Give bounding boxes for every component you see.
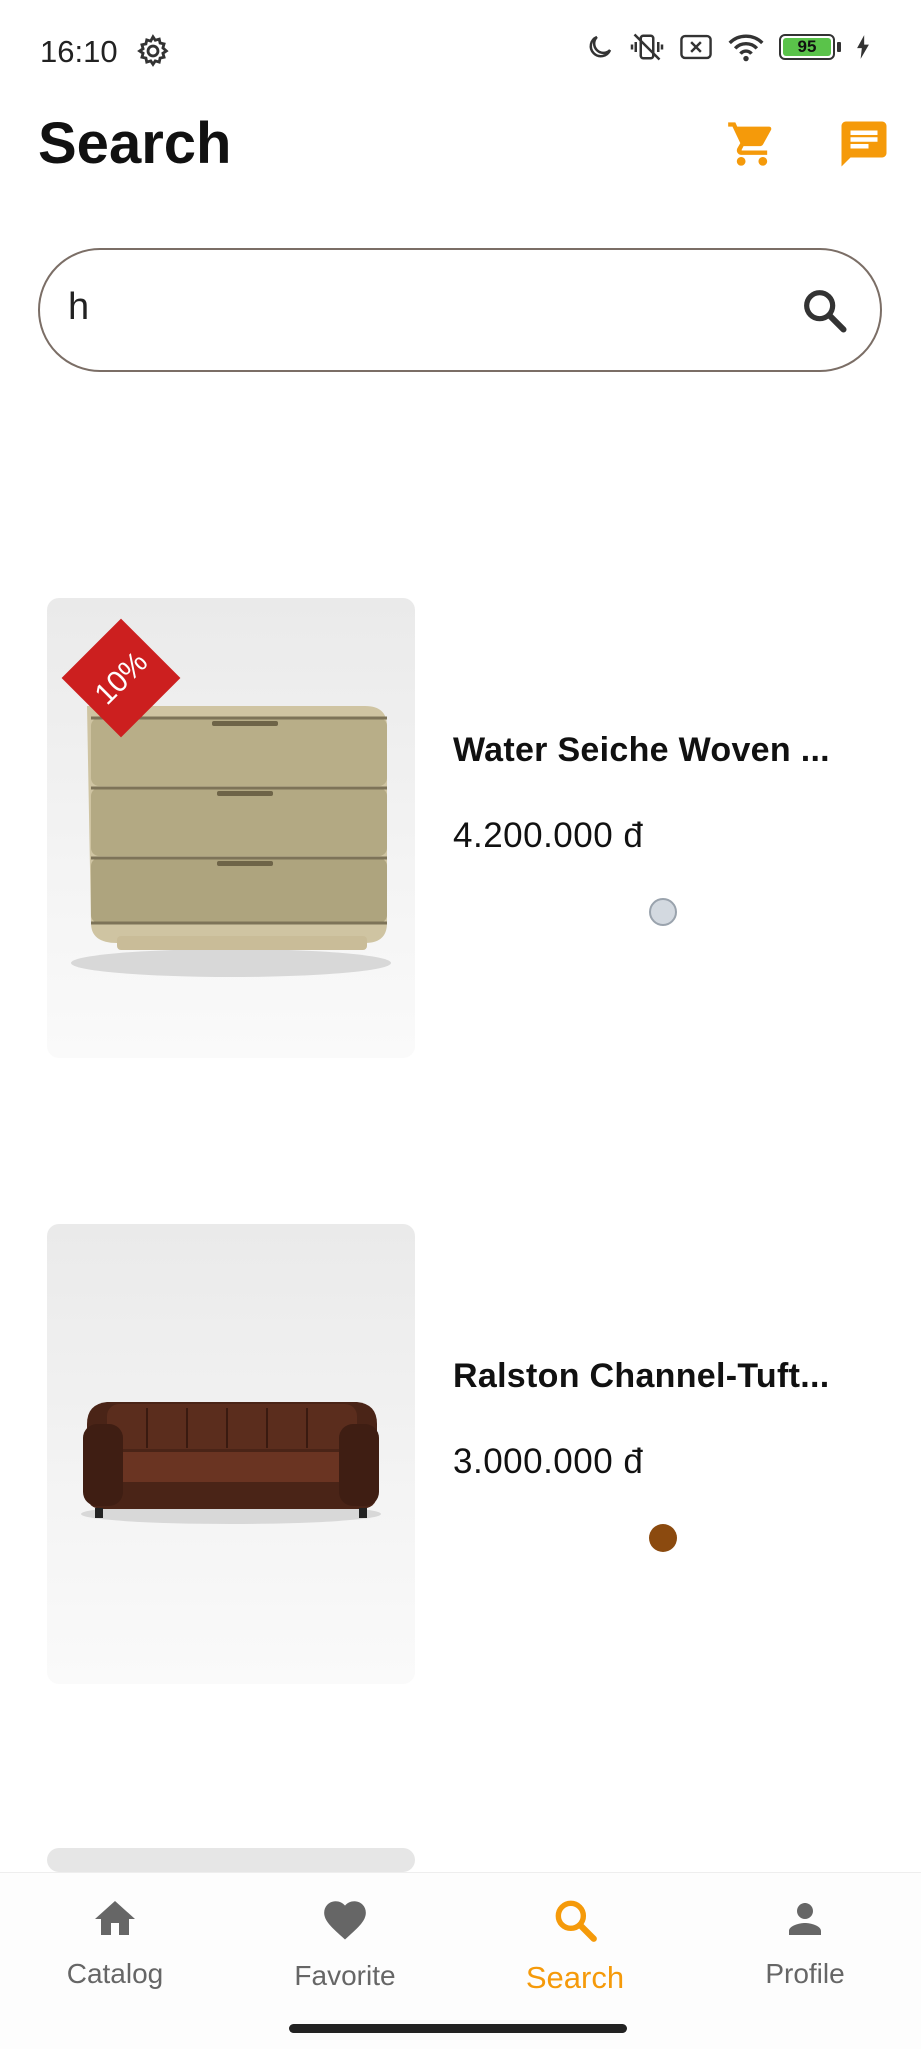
wifi-icon [727, 32, 765, 62]
chat-icon [837, 117, 891, 176]
nav-item-profile[interactable]: Profile [705, 1895, 905, 1990]
product-image [47, 1848, 415, 1872]
nav-label: Catalog [66, 1958, 164, 1989]
battery-icon: 95 [779, 34, 835, 60]
nav-item-search[interactable]: Search [475, 1895, 675, 1996]
moon-icon [585, 32, 615, 62]
home-indicator[interactable] [289, 2024, 627, 2033]
search-query: h [68, 286, 90, 328]
bottom-navigation: Catalog Favorite Search Profile [0, 1872, 921, 2049]
search-submit-icon[interactable] [798, 284, 850, 336]
status-bar: 16:10 95 [0, 0, 921, 104]
heart-icon [245, 1895, 445, 1950]
settings-gear-icon [136, 34, 170, 68]
color-swatch[interactable] [649, 1524, 677, 1552]
no-sim-icon [679, 32, 713, 62]
product-image-dresser: 10% [47, 598, 415, 1058]
product-price: 3.000.000 đ [453, 1442, 644, 1481]
product-image-sofa [47, 1224, 415, 1684]
search-input[interactable]: h [38, 248, 882, 372]
vibrate-off-icon [629, 32, 665, 62]
status-icons: 95 [585, 32, 871, 62]
cart-button[interactable] [722, 116, 782, 176]
battery-level: 95 [797, 37, 817, 56]
nav-item-favorite[interactable]: Favorite [245, 1895, 445, 1992]
product-price: 4.200.000 đ [453, 816, 644, 855]
cart-icon [726, 118, 778, 175]
product-card[interactable]: 10% Water Seiche Woven ... 4.200.000 đ [0, 598, 921, 1058]
home-icon [15, 1895, 215, 1948]
charging-bolt-icon [855, 34, 871, 60]
product-name: Ralston Channel-Tuft... [453, 1357, 830, 1395]
chat-button[interactable] [834, 116, 894, 176]
person-icon [705, 1895, 905, 1948]
product-name: Water Seiche Woven ... [453, 731, 830, 769]
product-card[interactable] [0, 1848, 921, 1872]
search-icon [475, 1895, 675, 1950]
nav-item-catalog[interactable]: Catalog [15, 1895, 215, 1990]
nav-label: Profile [765, 1958, 845, 1989]
nav-label: Search [525, 1960, 625, 1995]
color-swatch[interactable] [649, 898, 677, 926]
page-title: Search [38, 111, 232, 176]
status-time: 16:10 [40, 34, 118, 69]
product-card[interactable]: Ralston Channel-Tuft... 3.000.000 đ [0, 1224, 921, 1684]
nav-label: Favorite [294, 1960, 396, 1991]
